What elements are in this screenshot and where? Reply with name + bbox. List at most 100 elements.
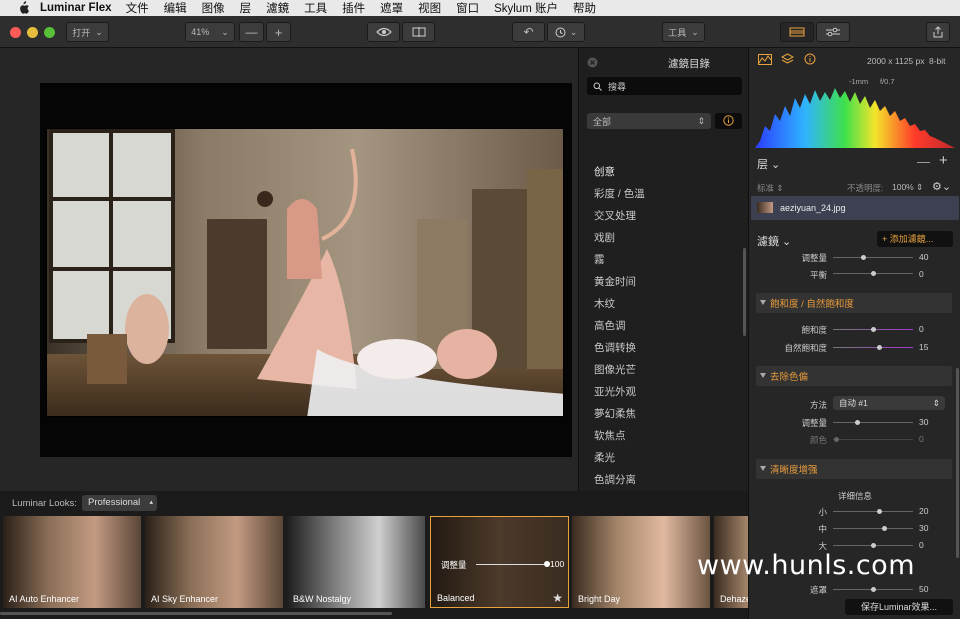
filter-item[interactable]: 彩度 / 色溫 <box>594 188 645 210</box>
slider-knob[interactable] <box>877 509 882 514</box>
share-button[interactable] <box>926 22 950 42</box>
preview-button[interactable] <box>367 22 400 42</box>
filters-panel-title[interactable]: 濾鏡 ⌄ <box>757 233 791 249</box>
menu-window[interactable]: 窗口 <box>456 0 479 16</box>
add-filter-button[interactable]: + 添加濾鏡... <box>877 231 953 247</box>
look-thumbnail-label: AI Sky Enhancer <box>151 594 219 604</box>
filter-item[interactable]: 亚光外观 <box>594 386 645 408</box>
slider-knob[interactable] <box>871 271 876 276</box>
filter-item[interactable]: 高色调 <box>594 320 645 342</box>
slider-knob[interactable] <box>834 437 839 442</box>
blend-mode-select[interactable]: 标准 ⇕ <box>757 182 784 194</box>
close-window-button[interactable] <box>10 27 21 38</box>
filter-item[interactable]: 图像光芒 <box>594 364 645 386</box>
slider-knob[interactable] <box>871 543 876 548</box>
filter-item[interactable]: 色调转换 <box>594 342 645 364</box>
look-thumbnail-label: AI Auto Enhancer <box>9 594 80 604</box>
image-size: 2000 x 1125 px <box>867 56 925 66</box>
menu-account[interactable]: Skylum 账户 <box>494 0 558 16</box>
zoom-window-button[interactable] <box>44 27 55 38</box>
vibrance-slider[interactable] <box>833 347 913 348</box>
opacity-select[interactable]: 100% ⇕ <box>892 182 923 193</box>
look-thumbnail-label: B&W Nostalgy <box>293 594 352 604</box>
menu-view[interactable]: 视图 <box>418 0 441 16</box>
slider-value: 30 <box>919 523 929 533</box>
menu-tools[interactable]: 工具 <box>304 0 327 16</box>
medium-detail-slider[interactable] <box>833 528 913 529</box>
image-canvas[interactable] <box>0 48 578 491</box>
slider-knob[interactable] <box>855 420 860 425</box>
filter-item[interactable]: 夢幻柔焦 <box>594 408 645 430</box>
zoom-select[interactable]: 41% ⌄ <box>185 22 235 42</box>
slider-knob[interactable] <box>861 255 866 260</box>
main-photo[interactable] <box>46 128 564 417</box>
filter-search-input[interactable]: 搜尋 <box>587 77 742 95</box>
method-select[interactable]: 自动 #1 ⇕ <box>833 396 945 410</box>
clarity-section-header[interactable]: 清晰度增强 <box>756 459 952 479</box>
slider-knob[interactable] <box>871 327 876 332</box>
filter-item[interactable]: 霧 <box>594 254 645 276</box>
look-thumbnail[interactable]: Bright Day <box>572 516 710 608</box>
looks-category-select[interactable]: Professional ▴ <box>82 495 157 511</box>
save-looks-button[interactable]: 保存Luminar效果... <box>845 599 953 615</box>
amount-slider[interactable] <box>833 257 913 258</box>
cast-color-slider[interactable] <box>833 439 913 440</box>
slider-value: 15 <box>919 342 929 352</box>
add-layer-button[interactable]: + <box>939 152 948 169</box>
small-detail-slider[interactable] <box>833 511 913 512</box>
menu-help[interactable]: 帮助 <box>573 0 596 16</box>
adjustments-panel-toggle[interactable] <box>816 22 850 42</box>
info-icon[interactable] <box>804 53 816 65</box>
slider-knob[interactable] <box>877 345 882 350</box>
menu-layer[interactable]: 层 <box>240 0 252 16</box>
saturation-section-header[interactable]: 飽和度 / 自然飽和度 <box>756 293 952 313</box>
layer-row[interactable]: aeziyuan_24.jpg <box>751 196 959 220</box>
looks-panel-toggle[interactable] <box>780 22 814 42</box>
filter-item[interactable]: 木纹 <box>594 298 645 320</box>
look-amount-slider[interactable] <box>476 564 546 565</box>
history-button[interactable]: ⌄ <box>547 22 585 42</box>
slider-label: 自然飽和度 <box>784 343 827 353</box>
looks-scrollbar[interactable] <box>0 612 392 615</box>
look-thumbnail[interactable]: AI Sky Enhancer <box>145 516 283 608</box>
cast-removal-section-header[interactable]: 去除色偏 <box>756 366 952 386</box>
look-thumbnail[interactable]: AI Auto Enhancer <box>3 516 141 608</box>
filter-item[interactable]: 交叉处理 <box>594 210 645 232</box>
zoom-out-button[interactable]: — <box>239 22 264 42</box>
remove-layer-button[interactable]: — <box>917 154 930 169</box>
filter-item[interactable]: 柔光 <box>594 452 645 474</box>
zoom-in-button[interactable]: + <box>266 22 291 42</box>
look-thumbnail[interactable]: B&W Nostalgy <box>287 516 425 608</box>
menu-edit[interactable]: 编辑 <box>164 0 187 16</box>
menu-file[interactable]: 文件 <box>126 0 149 16</box>
minimize-window-button[interactable] <box>27 27 38 38</box>
filter-list-scrollbar[interactable] <box>743 248 746 336</box>
compare-button[interactable] <box>402 22 435 42</box>
layers-title[interactable]: 层 ⌄ <box>757 156 780 172</box>
filter-item[interactable]: 黄金时间 <box>594 276 645 298</box>
open-button[interactable]: 打开 ⌄ <box>66 22 109 42</box>
slider-knob[interactable] <box>882 526 887 531</box>
tools-button[interactable]: 工具 ⌄ <box>662 22 705 42</box>
app-name[interactable]: Luminar Flex <box>40 2 112 14</box>
histogram-icon[interactable] <box>758 54 772 65</box>
menu-plugins[interactable]: 插件 <box>342 0 365 16</box>
gear-icon[interactable]: ⚙⌄ <box>932 180 951 193</box>
watermark-text: www.hunls.com <box>697 550 916 581</box>
filter-item[interactable]: 软焦点 <box>594 430 645 452</box>
slider-knob[interactable] <box>871 587 876 592</box>
filter-item[interactable]: 戏剧 <box>594 232 645 254</box>
star-icon[interactable]: ★ <box>552 591 563 605</box>
look-thumbnail-label: Dehaze <box>720 594 748 604</box>
cast-amount-slider[interactable] <box>833 422 913 423</box>
filter-info-button[interactable] <box>715 113 742 129</box>
undo-button[interactable]: ↶ <box>512 22 545 42</box>
menu-image[interactable]: 图像 <box>202 0 225 16</box>
menu-filter[interactable]: 濾鏡 <box>266 0 289 16</box>
apple-icon[interactable] <box>16 1 30 15</box>
layers-icon[interactable] <box>781 53 794 66</box>
filter-category-select[interactable]: 全部 ⇕ <box>587 113 711 129</box>
menu-mask[interactable]: 遮罩 <box>380 0 403 16</box>
look-thumbnail-selected[interactable]: 调整量 100 Balanced ★ <box>430 516 569 608</box>
adjustments-scrollbar[interactable] <box>956 368 959 558</box>
